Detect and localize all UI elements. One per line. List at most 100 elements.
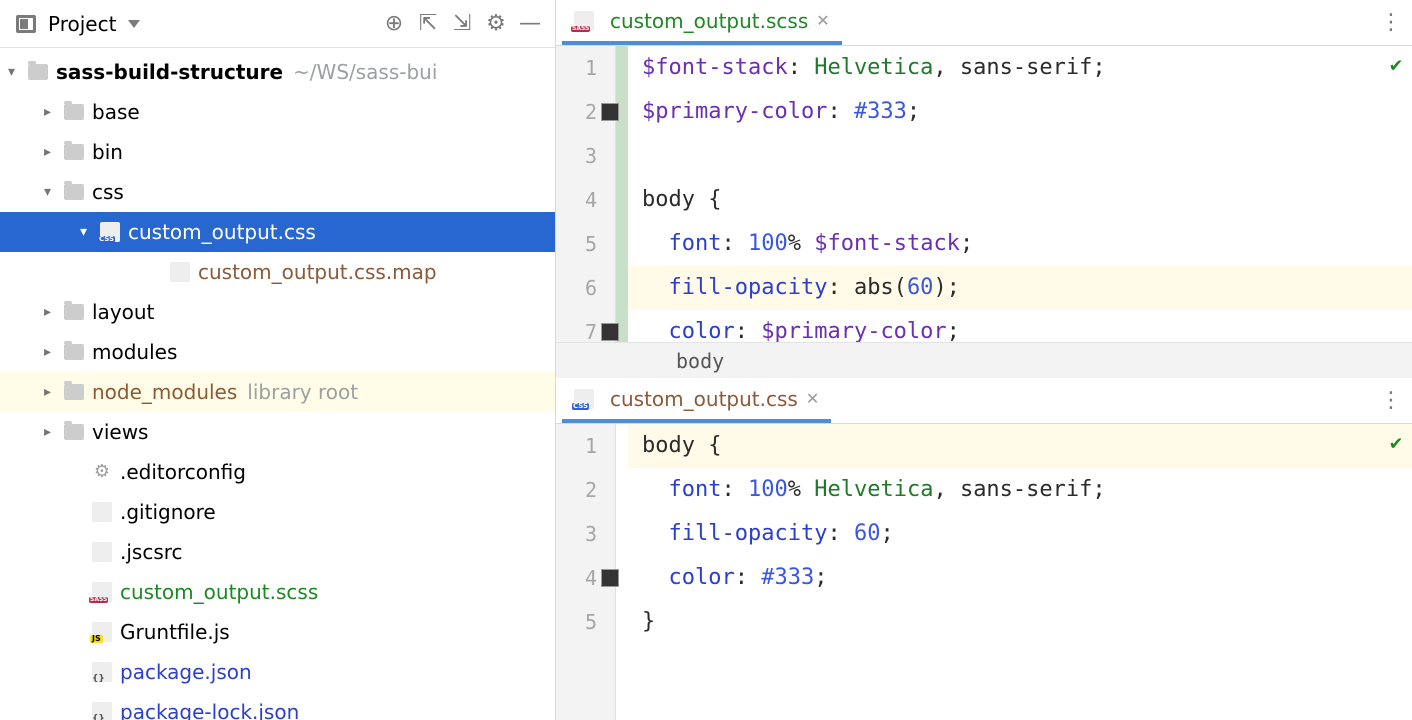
tree-item[interactable]: ▾ css bbox=[0, 172, 555, 212]
text-icon bbox=[92, 542, 112, 562]
tree-item-label: modules bbox=[92, 340, 177, 364]
tab-custom-output-scss[interactable]: custom_output.scss ✕ bbox=[562, 0, 842, 45]
chevron-icon[interactable]: ▸ bbox=[44, 424, 58, 440]
code-line[interactable]: $primary-color: #333; bbox=[628, 90, 1412, 134]
chevron-icon[interactable]: ▸ bbox=[44, 304, 58, 320]
code-area[interactable]: ✔ $font-stack: Helvetica, sans-serif;$pr… bbox=[628, 46, 1412, 342]
project-sidebar: Project ⊕ ⇱ ⇲ ⚙ — ▾ sass-build-structure… bbox=[0, 0, 556, 720]
close-icon[interactable]: ✕ bbox=[816, 11, 829, 30]
root-path: ~/WS/sass-bui bbox=[293, 60, 437, 84]
tree-item-label: custom_output.css.map bbox=[198, 260, 437, 284]
vcs-bar bbox=[616, 46, 628, 342]
tree-item[interactable]: ▸ bin bbox=[0, 132, 555, 172]
tree-item[interactable]: ▸ custom_output.scss bbox=[0, 572, 555, 612]
chevron-icon[interactable]: ▸ bbox=[44, 104, 58, 120]
folder-icon bbox=[28, 64, 48, 80]
folder-icon bbox=[64, 144, 84, 160]
code-line[interactable]: $font-stack: Helvetica, sans-serif; bbox=[628, 46, 1412, 90]
editor-top[interactable]: 12345678 ✔ $font-stack: Helvetica, sans-… bbox=[556, 46, 1412, 342]
code-line[interactable]: fill-opacity: 60; bbox=[628, 512, 1412, 556]
code-line[interactable]: color: #333; bbox=[628, 556, 1412, 600]
chevron-icon[interactable]: ▸ bbox=[44, 344, 58, 360]
sass-icon bbox=[574, 11, 594, 31]
collapse-all-button[interactable]: ⇲ bbox=[447, 9, 477, 39]
code-line[interactable]: font: 100% $font-stack; bbox=[628, 222, 1412, 266]
code-line[interactable]: color: $primary-color; bbox=[628, 310, 1412, 342]
tree-item[interactable]: ▸ layout bbox=[0, 292, 555, 332]
sidebar-title[interactable]: Project bbox=[48, 12, 116, 36]
folder-icon bbox=[64, 184, 84, 200]
tree-item-label: node_modules bbox=[92, 380, 237, 404]
tree-item[interactable]: ▸ Gruntfile.js bbox=[0, 612, 555, 652]
tree-item[interactable]: ▸ node_modules library root bbox=[0, 372, 555, 412]
tree-item[interactable]: ▸ base bbox=[0, 92, 555, 132]
editor-bottom[interactable]: 12345 ✔ body { font: 100% Helvetica, san… bbox=[556, 424, 1412, 720]
text-icon bbox=[92, 502, 112, 522]
folder-icon bbox=[64, 304, 84, 320]
tree-item-label: custom_output.css bbox=[128, 220, 316, 244]
gear-icon: ⚙ bbox=[92, 462, 112, 482]
tree-item-label: .jscsrc bbox=[120, 540, 183, 564]
chevron-icon[interactable]: ▸ bbox=[44, 384, 58, 400]
code-line[interactable]: font: 100% Helvetica, sans-serif; bbox=[628, 468, 1412, 512]
chevron-icon[interactable]: ▾ bbox=[44, 184, 58, 200]
tree-item-label: package-lock.json bbox=[120, 700, 299, 720]
tree-item[interactable]: ▸ package-lock.json bbox=[0, 692, 555, 720]
more-icon[interactable]: ⋮ bbox=[1370, 0, 1412, 45]
tree-item-label: custom_output.scss bbox=[120, 580, 318, 604]
js-icon bbox=[92, 622, 112, 642]
tree-item-label: .editorconfig bbox=[120, 460, 246, 484]
sidebar-header: Project ⊕ ⇱ ⇲ ⚙ — bbox=[0, 0, 555, 48]
folder-icon bbox=[64, 424, 84, 440]
tab-label: custom_output.css bbox=[610, 387, 798, 411]
more-icon[interactable]: ⋮ bbox=[1370, 378, 1412, 423]
folder-icon bbox=[64, 344, 84, 360]
project-icon bbox=[16, 15, 36, 33]
editor-area: custom_output.scss ✕ ⋮ 12345678 ✔ $font-… bbox=[556, 0, 1412, 720]
file-tree[interactable]: ▾ sass-build-structure ~/WS/sass-bui ▸ b… bbox=[0, 48, 555, 720]
code-line[interactable] bbox=[628, 134, 1412, 178]
chevron-icon[interactable]: ▾ bbox=[80, 224, 94, 240]
locate-button[interactable]: ⊕ bbox=[379, 9, 409, 39]
tree-item[interactable]: ▸ custom_output.css.map bbox=[0, 252, 555, 292]
tab-custom-output-css[interactable]: custom_output.css ✕ bbox=[562, 378, 831, 423]
chevron-down-icon[interactable] bbox=[128, 20, 140, 28]
inspection-ok-icon[interactable]: ✔ bbox=[1390, 52, 1402, 76]
editor-tabs-top: custom_output.scss ✕ ⋮ bbox=[556, 0, 1412, 46]
tree-item-label: layout bbox=[92, 300, 154, 324]
tree-root[interactable]: ▾ sass-build-structure ~/WS/sass-bui bbox=[0, 52, 555, 92]
gutter: 12345678 bbox=[556, 46, 616, 342]
tree-item-label: css bbox=[92, 180, 124, 204]
code-line[interactable]: } bbox=[628, 600, 1412, 644]
tree-item-label: package.json bbox=[120, 660, 252, 684]
tree-item-label: Gruntfile.js bbox=[120, 620, 230, 644]
root-name: sass-build-structure bbox=[56, 60, 283, 84]
folder-icon bbox=[64, 384, 84, 400]
tree-item[interactable]: ▸ modules bbox=[0, 332, 555, 372]
tree-item[interactable]: ▸ views bbox=[0, 412, 555, 452]
chevron-icon[interactable]: ▸ bbox=[44, 144, 58, 160]
json-icon bbox=[92, 702, 112, 720]
code-line[interactable]: body { bbox=[628, 178, 1412, 222]
code-line[interactable]: fill-opacity: abs(60); bbox=[628, 266, 1412, 310]
tree-item-label: .gitignore bbox=[120, 500, 216, 524]
tree-item[interactable]: ▸ .jscsrc bbox=[0, 532, 555, 572]
sass-icon bbox=[92, 582, 112, 602]
close-icon[interactable]: ✕ bbox=[806, 389, 819, 408]
gutter: 12345 bbox=[556, 424, 616, 720]
chevron-down-icon[interactable]: ▾ bbox=[8, 64, 22, 80]
code-area[interactable]: ✔ body { font: 100% Helvetica, sans-seri… bbox=[628, 424, 1412, 720]
tab-label: custom_output.scss bbox=[610, 9, 808, 33]
hide-button[interactable]: — bbox=[515, 9, 545, 39]
code-line[interactable]: body { bbox=[628, 424, 1412, 468]
inspection-ok-icon[interactable]: ✔ bbox=[1390, 430, 1402, 454]
expand-all-button[interactable]: ⇱ bbox=[413, 9, 443, 39]
tree-item-label: base bbox=[92, 100, 140, 124]
breadcrumb[interactable]: body bbox=[556, 342, 1412, 378]
tree-item[interactable]: ▸ ⚙ .editorconfig bbox=[0, 452, 555, 492]
tree-item[interactable]: ▾ custom_output.css bbox=[0, 212, 555, 252]
tree-item[interactable]: ▸ package.json bbox=[0, 652, 555, 692]
json-icon bbox=[92, 662, 112, 682]
settings-button[interactable]: ⚙ bbox=[481, 9, 511, 39]
tree-item[interactable]: ▸ .gitignore bbox=[0, 492, 555, 532]
